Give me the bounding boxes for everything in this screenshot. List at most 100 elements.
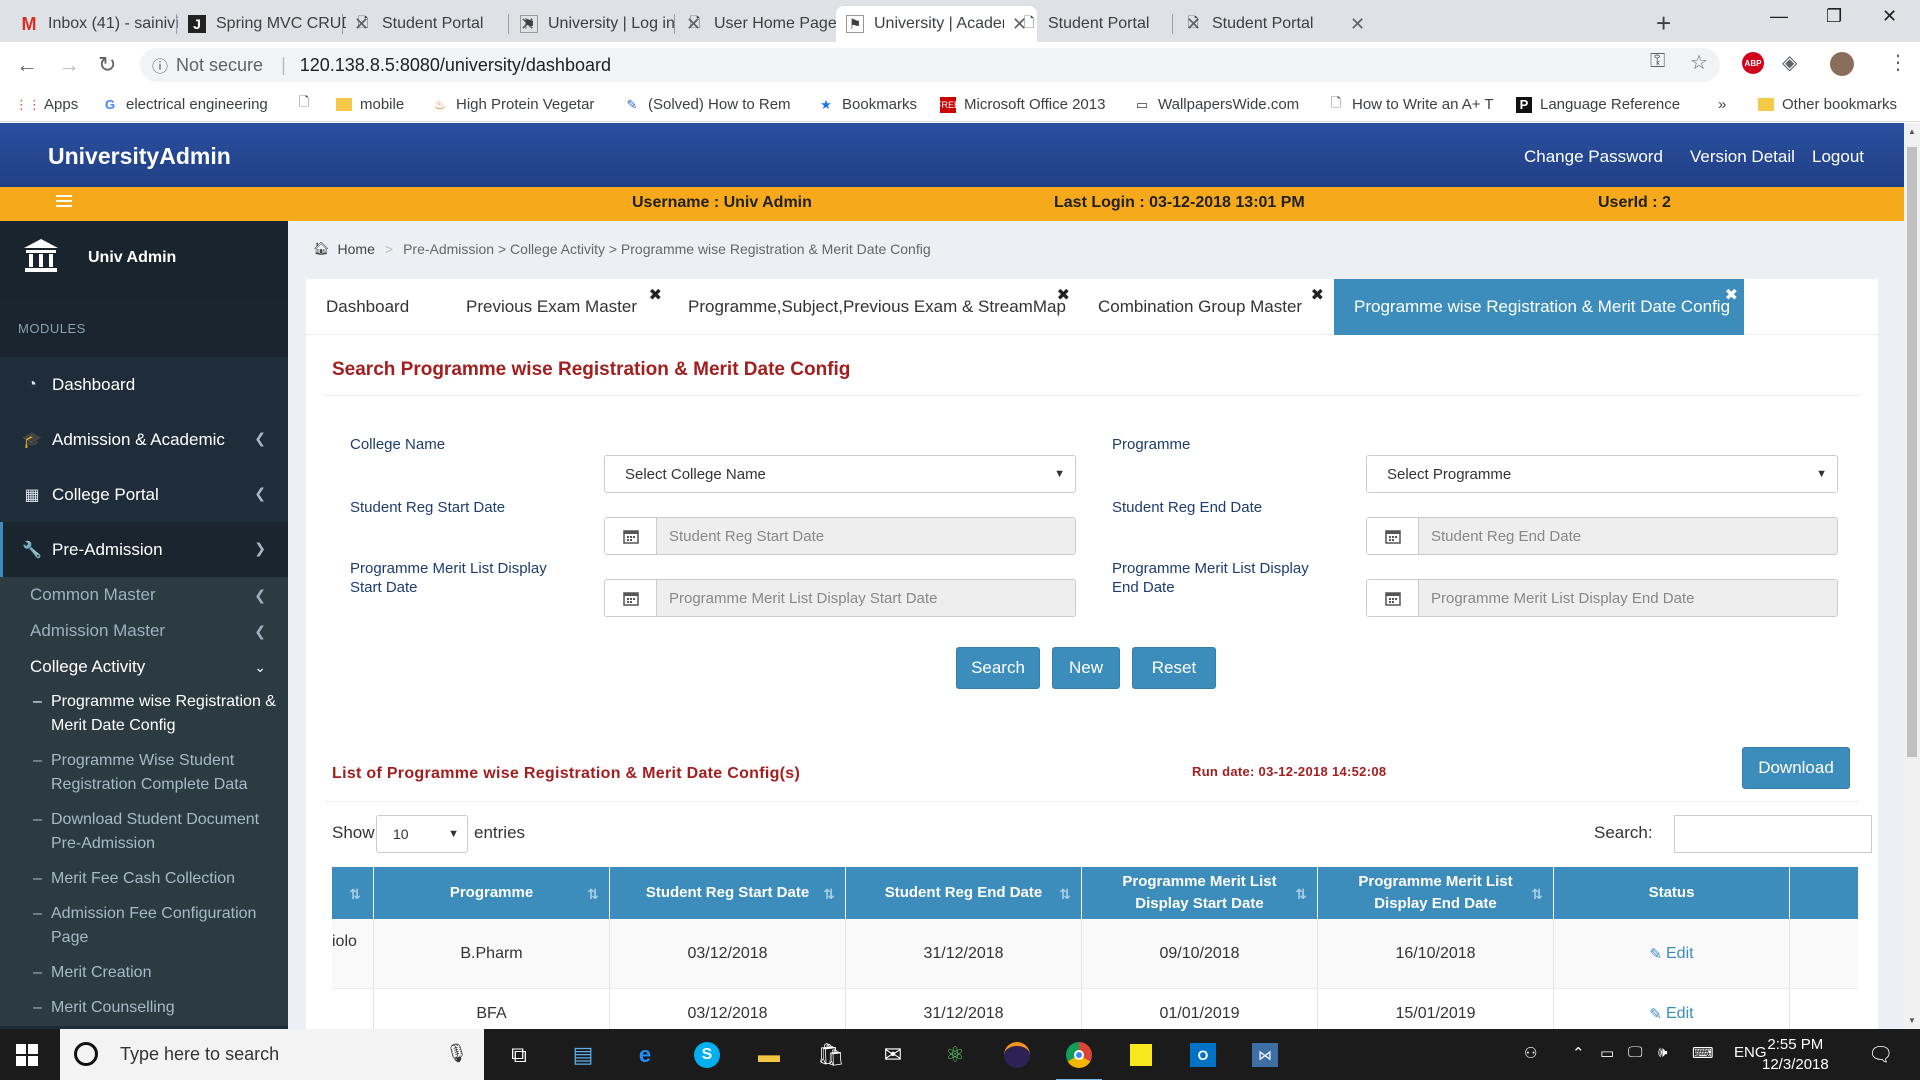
maximize-icon[interactable]: ❐ [1826,6,1842,27]
close-tab-icon[interactable]: ✖ [1725,285,1738,305]
windows-start-icon[interactable] [16,1044,38,1066]
reload-icon[interactable]: ↻ [98,52,116,78]
sidebar-item-admission-academic[interactable]: 🎓 Admission & Academic ❮ [0,412,288,467]
tab-dashboard[interactable]: Dashboard [306,279,446,335]
bookmark-how-to-write[interactable]: 🗋 How to Write an A+ T [1328,95,1494,114]
window-close-icon[interactable]: ✕ [1882,6,1897,27]
bookmark-page[interactable]: 🗋 [296,94,320,112]
network-icon[interactable]: 🖵︎ [1628,1044,1642,1061]
close-tab-icon[interactable]: ✕ [1350,14,1365,35]
scrollbar-thumb[interactable] [1907,147,1917,757]
keyboard-icon[interactable]: ⌨ [1692,1044,1714,1062]
eclipse-icon[interactable] [1002,1040,1032,1070]
sidebar-item-admission-fee-config[interactable]: – Admission Fee Configuration Page [0,897,288,956]
calendar-icon[interactable] [1367,518,1419,554]
column-header-status[interactable]: Status [1554,867,1790,919]
logout-link[interactable]: Logout [1812,147,1864,167]
download-button[interactable]: Download [1742,747,1850,789]
sidebar-item-common-master[interactable]: Common Master ❮ [0,577,288,613]
bookmark-high-protein[interactable]: ♨ High Protein Vegetar [432,96,594,113]
column-header-first[interactable]: ⇅ [332,867,374,919]
sidebar-item-college-activity[interactable]: College Activity ⌄ [0,649,288,685]
tab-previous-exam-master[interactable]: Previous Exam Master ✖ [446,279,668,335]
bookmark-solved[interactable]: ✎ (Solved) How to Rem [624,96,791,113]
people-icon[interactable]: ⚇ [1524,1044,1537,1062]
version-detail-link[interactable]: Version Detail [1690,147,1795,167]
outlook-icon[interactable]: O [1188,1040,1218,1070]
reg-start-date-input[interactable]: Student Reg Start Date [657,518,1075,554]
mail-icon[interactable]: ✉ [878,1040,908,1070]
close-tab-icon[interactable]: ✖ [1057,285,1070,305]
bookmark-electrical-engineering[interactable]: Gelectrical engineering [102,96,268,113]
tab-programme-subject-map[interactable]: Programme,Subject,Previous Exam & Stream… [668,279,1078,335]
reg-start-date-field[interactable]: Student Reg Start Date [604,517,1076,555]
sidebar-item-merit-fee-cash[interactable]: – Merit Fee Cash Collection [0,862,288,897]
bookmark-other[interactable]: Other bookmarks [1758,96,1897,113]
hamburger-menu-icon[interactable] [56,195,72,210]
notification-icon[interactable]: 🗨︎ [1868,1042,1893,1067]
bookmark-microsoft-office[interactable]: FREE Microsoft Office 2013 [936,96,1105,113]
atom-icon[interactable]: ⚛ [940,1040,970,1070]
taskbar-clock[interactable]: 2:55 PM 12/3/2018 [1762,1035,1829,1075]
task-view-icon[interactable]: ⧉ [504,1040,534,1070]
column-header-merit-start[interactable]: Programme Merit List Display Start Date … [1082,867,1318,919]
file-explorer-icon[interactable]: ▬ [754,1040,784,1070]
browser-tab-student-portal-3[interactable]: 🗋 Student Portal ✕ [1174,6,1375,42]
url-input[interactable]: ⓘ Not secure | 120.138.8.5:8080/universi… [140,48,1720,82]
back-arrow-icon[interactable]: ← [16,52,38,78]
tray-expand-icon[interactable]: ⌃ [1572,1044,1585,1062]
browser-tab-university-academic[interactable]: ⚑ University | Acader ✕ [836,6,1038,42]
new-button[interactable]: New [1052,647,1120,689]
adblock-icon[interactable]: ABP [1742,52,1764,74]
programme-select[interactable]: Select Programme ▼ [1366,455,1838,493]
menu-kebab-icon[interactable]: ⋮ [1888,50,1908,75]
bookmark-bookmarks[interactable]: ★ Bookmarks [818,96,917,113]
sidebar-item-admission-master[interactable]: Admission Master ❮ [0,613,288,649]
column-header-reg-end[interactable]: Student Reg End Date ⇅ [846,867,1082,919]
volume-icon[interactable]: 🕪︎ [1658,1044,1667,1061]
column-header-merit-end[interactable]: Programme Merit List Display End Date ⇅ [1318,867,1554,919]
table-search-input[interactable] [1674,815,1872,853]
sidebar-item-pre-admission[interactable]: 🔧 Pre-Admission ❯ [0,522,288,577]
edit-link[interactable]: ✎ Edit [1554,989,1790,1029]
calendar-icon[interactable] [605,518,657,554]
page-scrollbar[interactable]: ▲ ▼ [1904,123,1920,1029]
key-icon[interactable]: ⚿ [1650,50,1665,73]
explorer-window-icon[interactable]: ▤ [568,1040,598,1070]
bookmark-language-reference[interactable]: P Language Reference [1516,96,1680,113]
extension-icon[interactable]: ◈ [1782,50,1797,75]
reset-button[interactable]: Reset [1132,647,1216,689]
bookmark-star-icon[interactable]: ☆ [1690,50,1708,75]
column-header-programme[interactable]: Programme ⇅ [374,867,610,919]
sidebar-item-college-portal[interactable]: ▦ College Portal ❮ [0,467,288,522]
close-tab-icon[interactable]: ✖ [649,285,662,305]
info-icon[interactable]: ⓘ [152,53,168,77]
sidebar-item-dashboard[interactable]: ◔ Dashboard [0,357,288,412]
brand-logo[interactable]: UniversityAdmin [48,143,231,170]
sidebar-item-merit-counselling[interactable]: – Merit Counselling [0,991,288,1026]
merit-end-date-input[interactable]: Programme Merit List Display End Date [1419,580,1837,616]
calendar-icon[interactable] [1367,580,1419,616]
forward-arrow-icon[interactable]: → [58,52,80,78]
change-password-link[interactable]: Change Password [1524,147,1663,167]
reg-end-date-field[interactable]: Student Reg End Date [1366,517,1838,555]
calendar-icon[interactable] [605,580,657,616]
edge-icon[interactable]: e [630,1040,660,1070]
column-header-reg-start[interactable]: Student Reg Start Date ⇅ [610,867,846,919]
new-tab-button[interactable]: + [1656,8,1671,39]
reg-end-date-input[interactable]: Student Reg End Date [1419,518,1837,554]
tab-combination-group-master[interactable]: Combination Group Master ✖ [1078,279,1332,335]
sidebar-item-programme-registration-merit[interactable]: – Programme wise Registration & Merit Da… [0,685,288,744]
bookmark-wallpaperswide[interactable]: ▭ WallpapersWide.com [1134,96,1299,113]
college-name-select[interactable]: Select College Name ▼ [604,455,1076,493]
microphone-icon[interactable]: 🎙︎ [445,1043,468,1064]
bookmark-apps[interactable]: ⋮⋮ Apps [15,96,78,113]
search-button[interactable]: Search [956,647,1040,689]
skype-icon[interactable]: S [692,1040,722,1070]
merit-start-date-input[interactable]: Programme Merit List Display Start Date [657,580,1075,616]
breadcrumb-home[interactable]: Home [338,241,375,257]
profile-avatar[interactable] [1830,52,1854,76]
minimize-icon[interactable]: — [1770,6,1788,27]
sidebar-item-registration-complete-data[interactable]: – Programme Wise Student Registration Co… [0,744,288,803]
chrome-icon[interactable] [1056,1040,1102,1080]
